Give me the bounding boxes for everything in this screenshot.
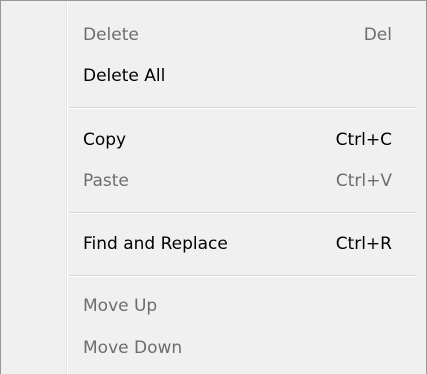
menu-item-shortcut: Del bbox=[363, 25, 392, 45]
menu-item-shortcut: Ctrl+R bbox=[335, 234, 392, 254]
menu-item-delete-all[interactable]: Delete All bbox=[67, 58, 418, 94]
menu-item-find-and-replace[interactable]: Find and Replace Ctrl+R bbox=[67, 226, 418, 262]
menu-item-label: Move Up bbox=[83, 296, 158, 316]
menu-separator bbox=[69, 107, 416, 109]
menu-item-paste[interactable]: Paste Ctrl+V bbox=[67, 163, 418, 199]
menu-item-move-down[interactable]: Move Down bbox=[67, 330, 418, 366]
menu-separator bbox=[69, 212, 416, 214]
context-menu: Delete Del Delete All Copy Ctrl+C Paste … bbox=[0, 0, 427, 374]
menu-item-label: Delete All bbox=[83, 66, 166, 86]
menu-item-delete[interactable]: Delete Del bbox=[67, 17, 418, 53]
menu-item-label: Delete bbox=[83, 25, 139, 45]
menu-item-label: Move Down bbox=[83, 338, 183, 358]
menu-separator bbox=[69, 275, 416, 277]
menu-item-label: Find and Replace bbox=[83, 234, 228, 254]
menu-item-shortcut: Ctrl+C bbox=[335, 130, 392, 150]
menu-item-shortcut: Ctrl+V bbox=[335, 171, 392, 191]
menu-item-move-up[interactable]: Move Up bbox=[67, 288, 418, 324]
menu-item-copy[interactable]: Copy Ctrl+C bbox=[67, 122, 418, 158]
menu-item-label: Copy bbox=[83, 130, 127, 150]
menu-item-label: Paste bbox=[83, 171, 129, 191]
